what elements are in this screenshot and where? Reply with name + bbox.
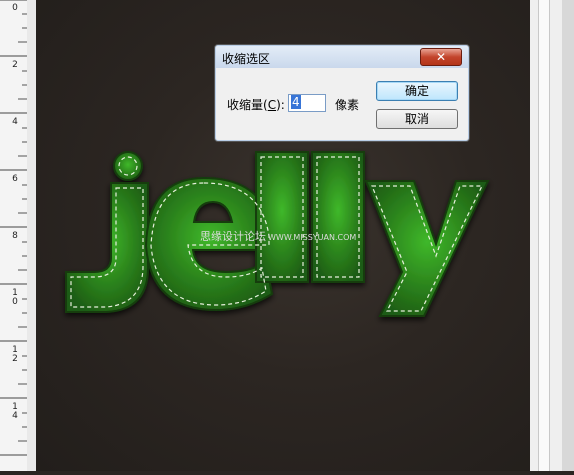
- watermark-cn: 思缘设计论坛: [200, 230, 266, 243]
- ruler-label-4: 4: [12, 117, 18, 127]
- ruler-label-14: 14: [12, 402, 18, 421]
- ruler-label-12: 12: [12, 345, 18, 364]
- watermark-en: WWW.MISSYUAN.COM: [268, 233, 357, 242]
- close-icon: ✕: [435, 50, 447, 64]
- ruler-label-8: 8: [12, 231, 18, 241]
- contract-selection-dialog: 收缩选区 ✕ 收缩量(C): 4 像素 确定 取消: [214, 44, 470, 142]
- contract-amount-label: 收缩量(C):: [227, 96, 285, 113]
- unit-label: 像素: [335, 98, 360, 112]
- dialog-titlebar[interactable]: 收缩选区 ✕: [216, 46, 468, 68]
- ruler-label-10: 10: [12, 288, 18, 307]
- ruler-label-0: 0: [12, 3, 18, 13]
- cancel-button[interactable]: 取消: [376, 109, 458, 129]
- dialog-title: 收缩选区: [222, 52, 271, 66]
- close-button[interactable]: ✕: [420, 48, 462, 66]
- ruler-label-6: 6: [12, 174, 18, 184]
- contract-amount-input[interactable]: 4: [288, 94, 326, 112]
- ruler-label-2: 2: [12, 60, 18, 70]
- ok-button[interactable]: 确定: [376, 81, 458, 101]
- contract-amount-value: 4: [291, 95, 301, 109]
- scrollbar-track[interactable]: [538, 0, 550, 471]
- panel-border: [562, 0, 574, 471]
- label-prefix: 收缩量(: [227, 98, 268, 112]
- watermark: 思缘设计论坛 WWW.MISSYUAN.COM: [200, 228, 356, 244]
- vertical-ruler: 0 2 4 6 8 10 12 14: [0, 0, 28, 471]
- right-panel-edge: [530, 0, 574, 471]
- label-accesskey: C: [267, 98, 277, 112]
- label-suffix: ):: [276, 98, 285, 112]
